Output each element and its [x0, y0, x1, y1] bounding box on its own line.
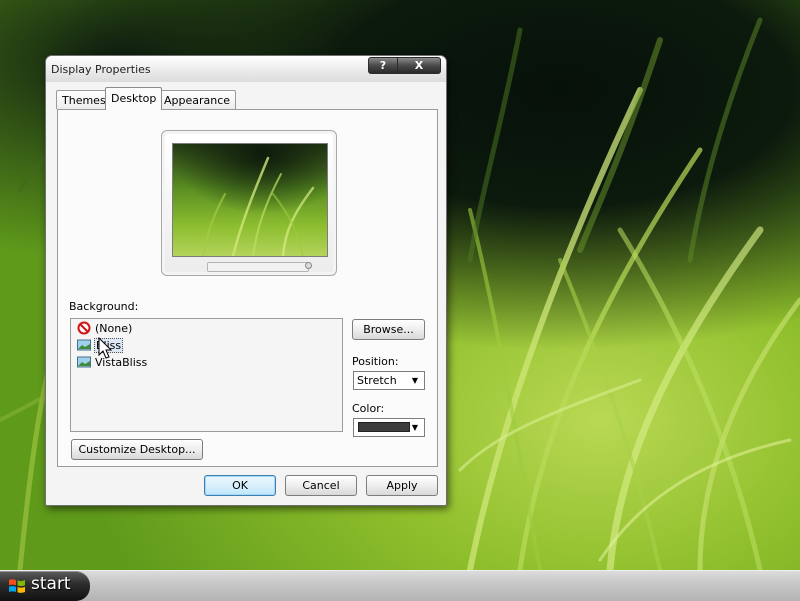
caption-buttons: ? X [368, 57, 441, 74]
no-symbol-icon [77, 321, 91, 335]
wallpaper-preview [172, 143, 328, 257]
position-select[interactable]: Stretch ▼ [353, 371, 425, 390]
close-button[interactable]: X [398, 57, 441, 74]
color-label: Color: [352, 402, 385, 415]
customize-desktop-button[interactable]: Customize Desktop... [71, 439, 203, 460]
desktop-tab-panel: Background: (None) Bliss VistaBliss Brow… [57, 109, 438, 467]
windows-flag-icon [9, 579, 25, 593]
cancel-button[interactable]: Cancel [285, 475, 357, 496]
monitor-stand [207, 262, 309, 272]
start-button[interactable]: start [0, 571, 90, 601]
window-title: Display Properties [51, 63, 151, 76]
color-swatch [358, 422, 410, 432]
title-bar[interactable]: Display Properties ? X [46, 56, 446, 82]
apply-button[interactable]: Apply [366, 475, 438, 496]
background-listbox[interactable]: (None) Bliss VistaBliss [70, 318, 343, 432]
background-label: Background: [69, 300, 139, 313]
image-file-icon [77, 338, 91, 352]
taskbar: start [0, 570, 800, 601]
help-button[interactable]: ? [368, 57, 398, 74]
image-file-icon [77, 355, 91, 369]
monitor-power-led [305, 262, 312, 269]
browse-button[interactable]: Browse... [352, 319, 425, 340]
tab-themes[interactable]: Themes [56, 90, 112, 109]
tab-appearance[interactable]: Appearance [158, 90, 237, 109]
grass-preview-image [202, 156, 315, 256]
mouse-pointer-icon [98, 337, 113, 359]
chevron-down-icon: ▼ [411, 423, 419, 432]
monitor-preview [161, 130, 337, 276]
chevron-down-icon: ▼ [411, 376, 419, 385]
start-label: start [31, 574, 71, 594]
list-item-none[interactable]: (None) [77, 320, 133, 336]
tab-desktop[interactable]: Desktop [105, 87, 163, 110]
color-picker[interactable]: ▼ [353, 418, 425, 437]
list-item-label: (None) [95, 321, 133, 335]
position-label: Position: [352, 355, 399, 368]
position-value: Stretch [357, 374, 397, 387]
ok-button[interactable]: OK [204, 475, 276, 496]
display-properties-window: Display Properties ? X Themes Desktop Ap… [45, 55, 447, 506]
